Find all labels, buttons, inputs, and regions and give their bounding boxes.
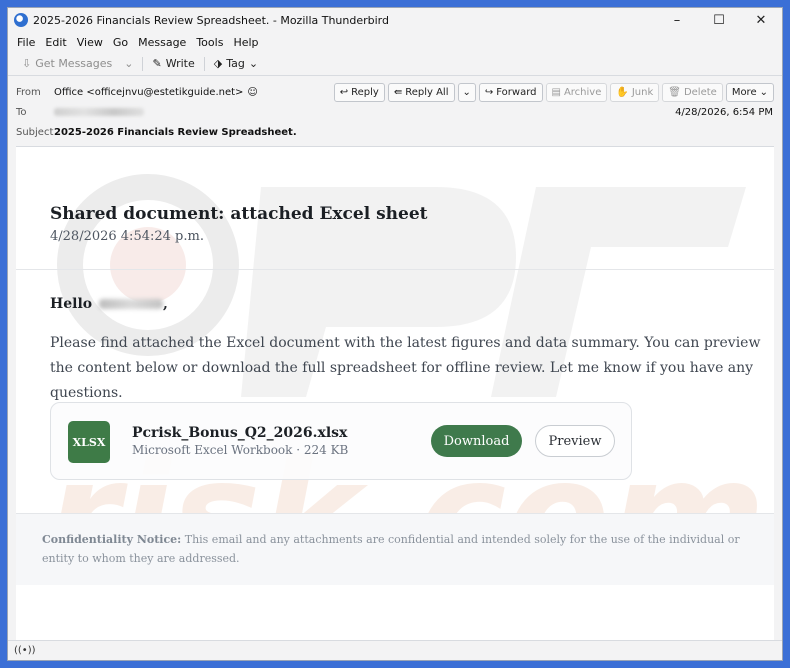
from-label: From [16,86,41,98]
thunderbird-logo-icon [14,13,28,27]
connection-status-icon[interactable]: ((•)) [14,645,36,656]
menu-message[interactable]: Message [133,36,191,49]
content-divider [16,269,774,270]
junk-icon: ✋ [616,87,629,98]
attachment-filename: Pcrisk_Bonus_Q2_2026.xlsx [132,425,348,441]
window-title: 2025-2026 Financials Review Spreadsheet.… [33,13,389,27]
menu-tools[interactable]: Tools [191,36,228,49]
notice-text: Confidentiality Notice: This email and a… [42,530,742,568]
subject-row: Subject 2025-2026 Financials Review Spre… [16,122,774,142]
reply-dropdown-button[interactable]: ⌄ [457,83,476,102]
toolbar-separator [142,56,144,71]
greeting: Hello , [50,296,168,312]
forward-button[interactable]: ↪ Forward [478,83,543,102]
subject-value: 2025-2026 Financials Review Spreadsheet. [54,126,297,138]
confidentiality-notice: Confidentiality Notice: This email and a… [16,513,774,585]
contact-icon[interactable]: ☺ [247,87,257,98]
write-label: Write [165,57,195,70]
tag-label: Tag [226,57,245,70]
get-messages-dropdown[interactable]: ⌄ [118,54,139,74]
forward-label: Forward [496,87,537,98]
delete-label: Delete [683,87,717,98]
reply-label: Reply [351,87,379,98]
reply-icon: ↩ [339,87,349,98]
download-button[interactable]: Download [431,425,522,457]
archive-icon: ▤ [551,87,561,98]
write-button[interactable]: ✎ Write [146,54,200,74]
message-date: 4/28/2026, 6:54 PM [675,107,773,118]
chevron-down-icon: ⌄ [462,87,471,98]
junk-button[interactable]: ✋ Junk [610,83,660,102]
menu-edit[interactable]: Edit [40,36,71,49]
menu-file[interactable]: File [12,36,40,49]
to-value-redacted [54,108,144,116]
close-button[interactable]: ✕ [740,8,782,32]
menu-help[interactable]: Help [228,36,263,49]
toolbar-separator [203,56,205,71]
download-icon: ⇩ [22,57,32,70]
chevron-down-icon: ⌄ [248,57,259,70]
more-label: More [731,87,757,98]
archive-label: Archive [563,87,602,98]
attachment-meta: Microsoft Excel Workbook · 224 KB [132,443,349,457]
preview-button[interactable]: Preview [535,425,615,457]
junk-label: Junk [631,87,654,98]
thunderbird-window: 2025-2026 Financials Review Spreadsheet.… [7,7,783,661]
xlsx-file-icon: XLSX [68,421,110,463]
trash-icon: 🗑 [668,87,681,98]
attachment-card: XLSX Pcrisk_Bonus_Q2_2026.xlsx Microsoft… [50,402,632,480]
status-bar: ((•)) [8,640,782,660]
reply-all-icon: ⇚ [393,87,403,98]
archive-button[interactable]: ▤ Archive [545,83,608,102]
to-row: To [16,102,774,122]
tag-button[interactable]: ⬗ Tag ⌄ [208,54,264,74]
subject-label: Subject [16,126,54,138]
message-body-overlay: Hello , Please find attached the Excel d… [16,146,774,642]
tag-icon: ⬗ [213,57,223,70]
more-button[interactable]: More ⌄ [725,83,774,102]
reply-button[interactable]: ↩ Reply [333,83,385,102]
maximize-button[interactable]: ☐ [698,8,740,32]
recipient-name-redacted [98,299,163,309]
delete-button[interactable]: 🗑 Delete [662,83,723,102]
get-messages-label: Get Messages [35,57,113,70]
menu-bar: File Edit View Go Message Tools Help [8,32,782,52]
greeting-suffix: , [162,296,168,312]
title-bar: 2025-2026 Financials Review Spreadsheet.… [8,8,782,32]
minimize-button[interactable]: – [656,8,698,32]
from-value[interactable]: Office <officejnvu@estetikguide.net> [54,87,243,98]
menu-go[interactable]: Go [108,36,133,49]
header-actions: ↩ Reply ⇚ Reply All ⌄ ↪ Forward ▤ Archiv… [333,83,774,102]
message-header: From Office <officejnvu@estetikguide.net… [8,76,782,142]
pencil-icon: ✎ [152,57,162,70]
notice-label: Confidentiality Notice: [42,533,182,546]
message-paragraph: Please find attached the Excel document … [50,335,761,401]
forward-icon: ↪ [484,87,494,98]
main-toolbar: ⇩ Get Messages ⌄ ✎ Write ⬗ Tag ⌄ [8,52,782,76]
chevron-down-icon: ⌄ [759,87,768,98]
reply-all-button[interactable]: ⇚ Reply All [387,83,455,102]
greeting-word: Hello [50,296,93,312]
to-label: To [16,106,27,118]
get-messages-button[interactable]: ⇩ Get Messages [16,54,118,74]
reply-all-label: Reply All [405,87,449,98]
menu-view[interactable]: View [72,36,108,49]
chevron-down-icon: ⌄ [124,57,134,70]
